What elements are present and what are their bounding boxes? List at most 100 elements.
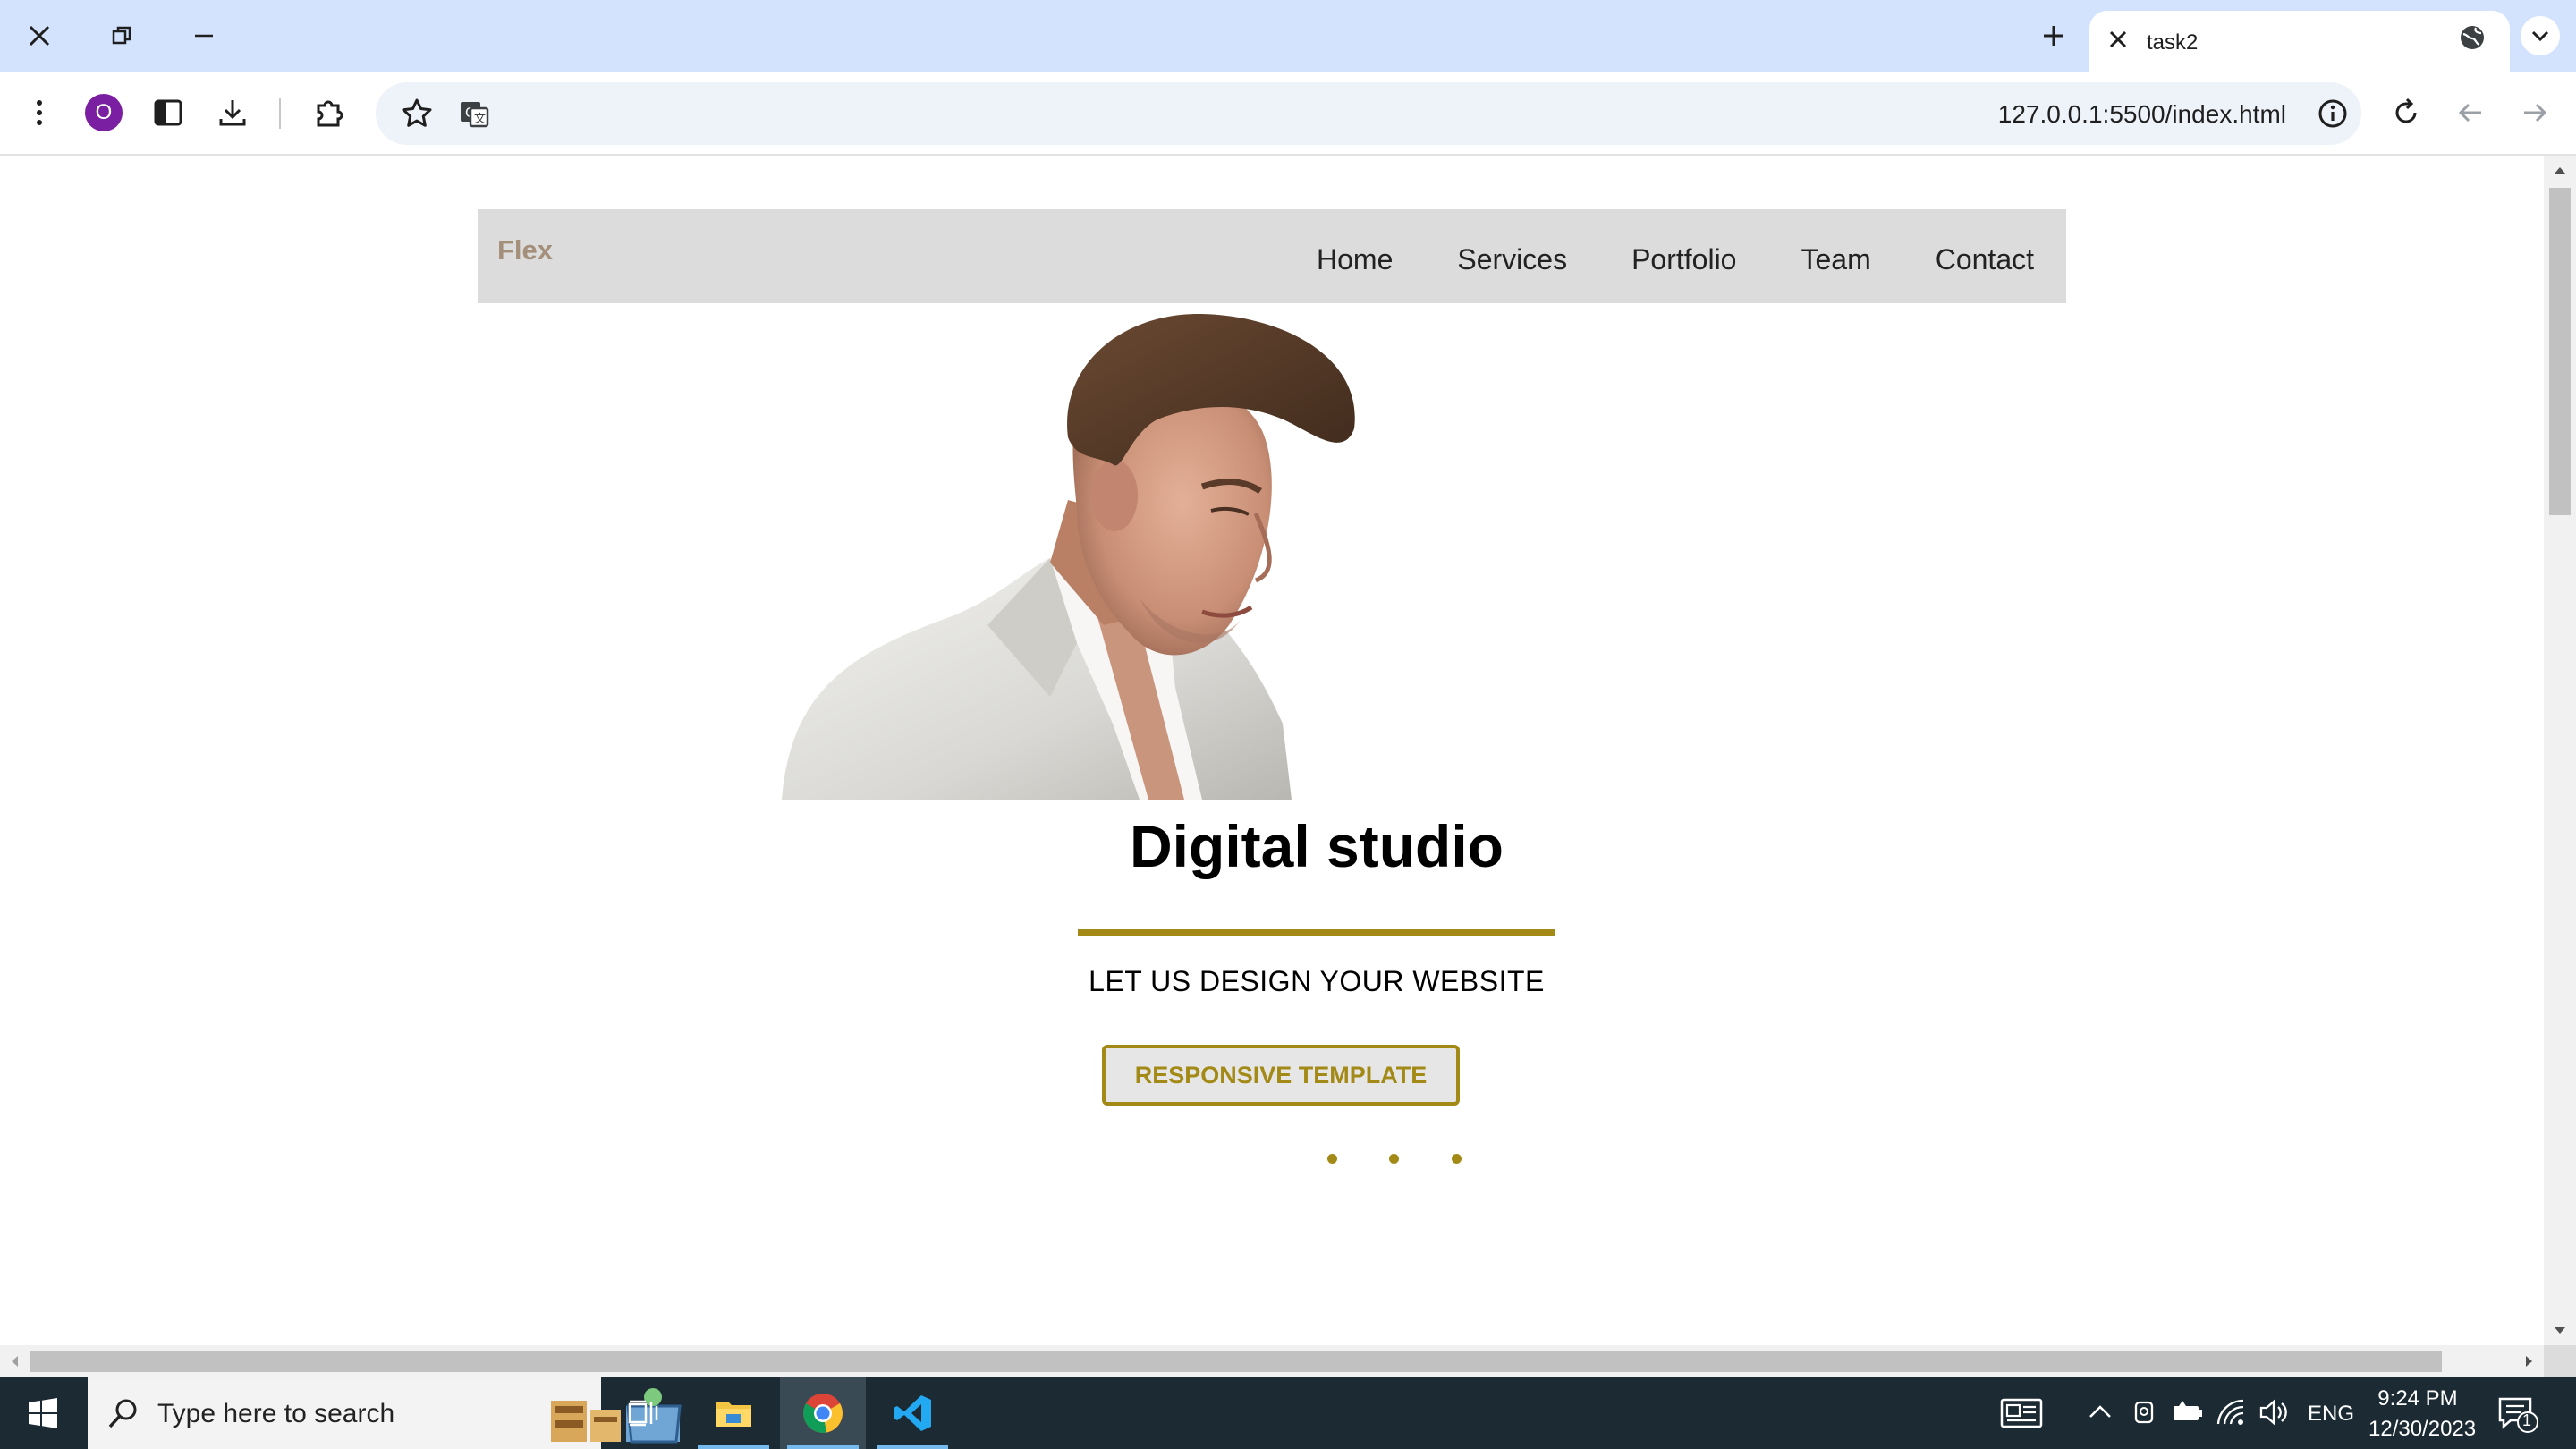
bookmark-button[interactable] bbox=[401, 97, 433, 130]
wifi-icon[interactable] bbox=[2216, 1399, 2245, 1426]
clock-date: 12/30/2023 bbox=[2368, 1417, 2477, 1441]
nav-link-services[interactable]: Services bbox=[1457, 243, 1567, 276]
reload-button[interactable] bbox=[2379, 86, 2433, 140]
info-icon bbox=[2318, 99, 2347, 128]
active-indicator bbox=[787, 1445, 859, 1449]
scrollbar-corner bbox=[2544, 1345, 2576, 1377]
headline-divider bbox=[1078, 929, 1555, 936]
task-view-button[interactable] bbox=[601, 1377, 687, 1449]
horizontal-scroll-thumb[interactable] bbox=[30, 1351, 2442, 1372]
address-bar[interactable]: G文 127.0.0.1:5500/index.html bbox=[376, 82, 2361, 145]
tab-task2[interactable]: task2 bbox=[2089, 11, 2510, 72]
plus-icon bbox=[2044, 26, 2063, 46]
restore-icon bbox=[112, 26, 131, 45]
site-globe-icon bbox=[2458, 23, 2487, 52]
hero-subtitle: LET US DESIGN YOUR WEBSITE bbox=[1089, 965, 1545, 997]
carousel-dot-2[interactable] bbox=[1389, 1154, 1399, 1164]
active-indicator bbox=[877, 1445, 948, 1449]
task-view-icon bbox=[628, 1400, 658, 1427]
minimize-icon bbox=[195, 34, 213, 38]
responsive-template-button[interactable]: RESPONSIVE TEMPLATE bbox=[1102, 1045, 1460, 1106]
show-hidden-icons-button[interactable] bbox=[2088, 1402, 2113, 1420]
vscode-taskbar-button[interactable] bbox=[869, 1377, 955, 1449]
close-icon bbox=[2109, 30, 2127, 48]
news-icon bbox=[2000, 1398, 2043, 1428]
volume-icon[interactable] bbox=[2259, 1399, 2290, 1426]
search-icon bbox=[108, 1399, 137, 1428]
restore-window-button[interactable] bbox=[95, 9, 148, 63]
nav-link-portfolio[interactable]: Portfolio bbox=[1631, 243, 1736, 276]
windows-logo-icon bbox=[29, 1398, 57, 1428]
star-icon bbox=[402, 98, 432, 127]
start-button[interactable] bbox=[0, 1377, 86, 1449]
close-icon bbox=[29, 25, 50, 47]
nav-link-home[interactable]: Home bbox=[1317, 243, 1393, 276]
scroll-up-icon bbox=[2555, 167, 2565, 174]
toolbar-divider bbox=[279, 98, 281, 129]
arrow-left-icon bbox=[2458, 103, 2481, 123]
url-text: 127.0.0.1:5500/index.html bbox=[1997, 100, 2286, 128]
profile-button[interactable]: O bbox=[77, 86, 131, 140]
downloads-button[interactable] bbox=[206, 86, 259, 140]
side-panel-icon bbox=[154, 99, 182, 126]
scroll-down-icon bbox=[2555, 1327, 2565, 1334]
scroll-right-icon bbox=[2526, 1356, 2532, 1367]
arrow-right-icon bbox=[2524, 103, 2547, 123]
tab-title: task2 bbox=[2147, 30, 2199, 55]
notifications-button[interactable]: 1 bbox=[2497, 1395, 2538, 1433]
nav-link-contact[interactable]: Contact bbox=[1936, 243, 2034, 276]
language-indicator[interactable]: ENG bbox=[2308, 1402, 2354, 1427]
new-tab-button[interactable] bbox=[2027, 9, 2080, 63]
reload-icon bbox=[2395, 97, 2417, 123]
extensions-button[interactable] bbox=[302, 86, 356, 140]
site-info-button[interactable] bbox=[2317, 97, 2349, 130]
vertical-scroll-thumb[interactable] bbox=[2549, 188, 2571, 515]
puzzle-icon bbox=[317, 100, 343, 127]
tab-strip: task2 bbox=[0, 0, 2576, 72]
chrome-icon bbox=[803, 1394, 843, 1433]
download-icon bbox=[219, 100, 246, 126]
svg-text:文: 文 bbox=[474, 113, 486, 126]
more-vertical-icon bbox=[37, 100, 42, 125]
windows-taskbar: Type here to search ENG 9:24 PM 12/30/20… bbox=[0, 1377, 2576, 1449]
minimize-window-button[interactable] bbox=[177, 9, 231, 63]
site-logo[interactable]: Flex bbox=[497, 234, 553, 267]
chevron-down-icon bbox=[2521, 16, 2560, 55]
tab-close-button[interactable] bbox=[2107, 29, 2129, 50]
chevron-up-icon bbox=[2089, 1405, 2111, 1418]
hero-headline: Digital studio bbox=[1130, 813, 1504, 879]
clock[interactable]: 9:24 PM 12/30/2023 bbox=[2368, 1386, 2477, 1442]
meet-now-icon[interactable] bbox=[2132, 1399, 2157, 1426]
file-explorer-button[interactable] bbox=[691, 1377, 776, 1449]
active-indicator bbox=[698, 1445, 769, 1449]
hero-portrait-image bbox=[782, 303, 1422, 800]
folder-icon bbox=[716, 1402, 751, 1427]
horizontal-scrollbar[interactable] bbox=[0, 1345, 2544, 1377]
vertical-scrollbar[interactable] bbox=[2544, 156, 2576, 1345]
notification-count: 1 bbox=[2522, 1411, 2532, 1429]
avatar: O bbox=[85, 94, 123, 131]
nav-menu: Home Services Portfolio Team Contact bbox=[1317, 243, 2034, 276]
close-window-button[interactable] bbox=[13, 9, 66, 63]
carousel-dot-1[interactable] bbox=[1327, 1154, 1337, 1164]
vscode-icon bbox=[894, 1395, 931, 1431]
battery-icon[interactable] bbox=[2172, 1401, 2204, 1424]
clock-time: 9:24 PM bbox=[2377, 1386, 2458, 1411]
page-viewport: Flex Home Services Portfolio Team Contac… bbox=[0, 156, 2544, 1345]
taskbar-search[interactable]: Type here to search bbox=[88, 1377, 682, 1449]
forward-button[interactable] bbox=[2508, 86, 2562, 140]
site-navbar: Flex Home Services Portfolio Team Contac… bbox=[478, 209, 2066, 303]
tab-search-button[interactable] bbox=[2513, 9, 2567, 63]
nav-link-team[interactable]: Team bbox=[1801, 243, 1870, 276]
translate-button[interactable]: G文 bbox=[458, 97, 490, 130]
carousel-dot-3[interactable] bbox=[1452, 1154, 1462, 1164]
chrome-taskbar-button[interactable] bbox=[780, 1377, 866, 1449]
scroll-left-icon bbox=[12, 1356, 18, 1367]
browser-toolbar: O G文 127.0.0.1:5500/index.html bbox=[0, 72, 2576, 156]
menu-button[interactable] bbox=[13, 86, 66, 140]
back-button[interactable] bbox=[2444, 86, 2497, 140]
news-widget-button[interactable] bbox=[2000, 1397, 2043, 1429]
translate-icon: G文 bbox=[461, 102, 489, 128]
side-panel-button[interactable] bbox=[141, 86, 195, 140]
search-placeholder: Type here to search bbox=[157, 1399, 395, 1428]
